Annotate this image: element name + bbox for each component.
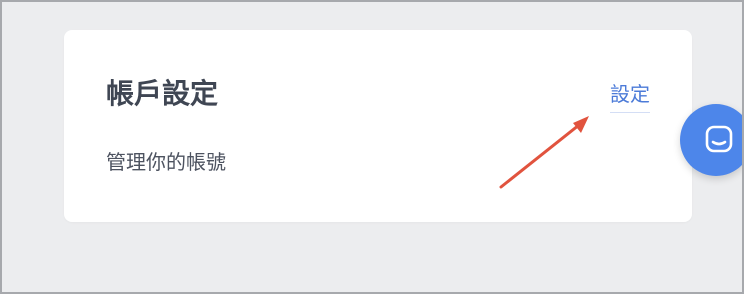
chat-bubble-icon — [705, 125, 733, 153]
settings-link[interactable]: 設定 — [610, 80, 650, 113]
chat-launcher-button[interactable] — [680, 104, 742, 176]
card-title: 帳戶設定 — [106, 77, 219, 110]
account-settings-card: 帳戶設定 設定 管理你的帳號 — [64, 30, 692, 222]
viewport: 帳戶設定 設定 管理你的帳號 — [0, 0, 744, 294]
card-description: 管理你的帳號 — [106, 150, 226, 174]
